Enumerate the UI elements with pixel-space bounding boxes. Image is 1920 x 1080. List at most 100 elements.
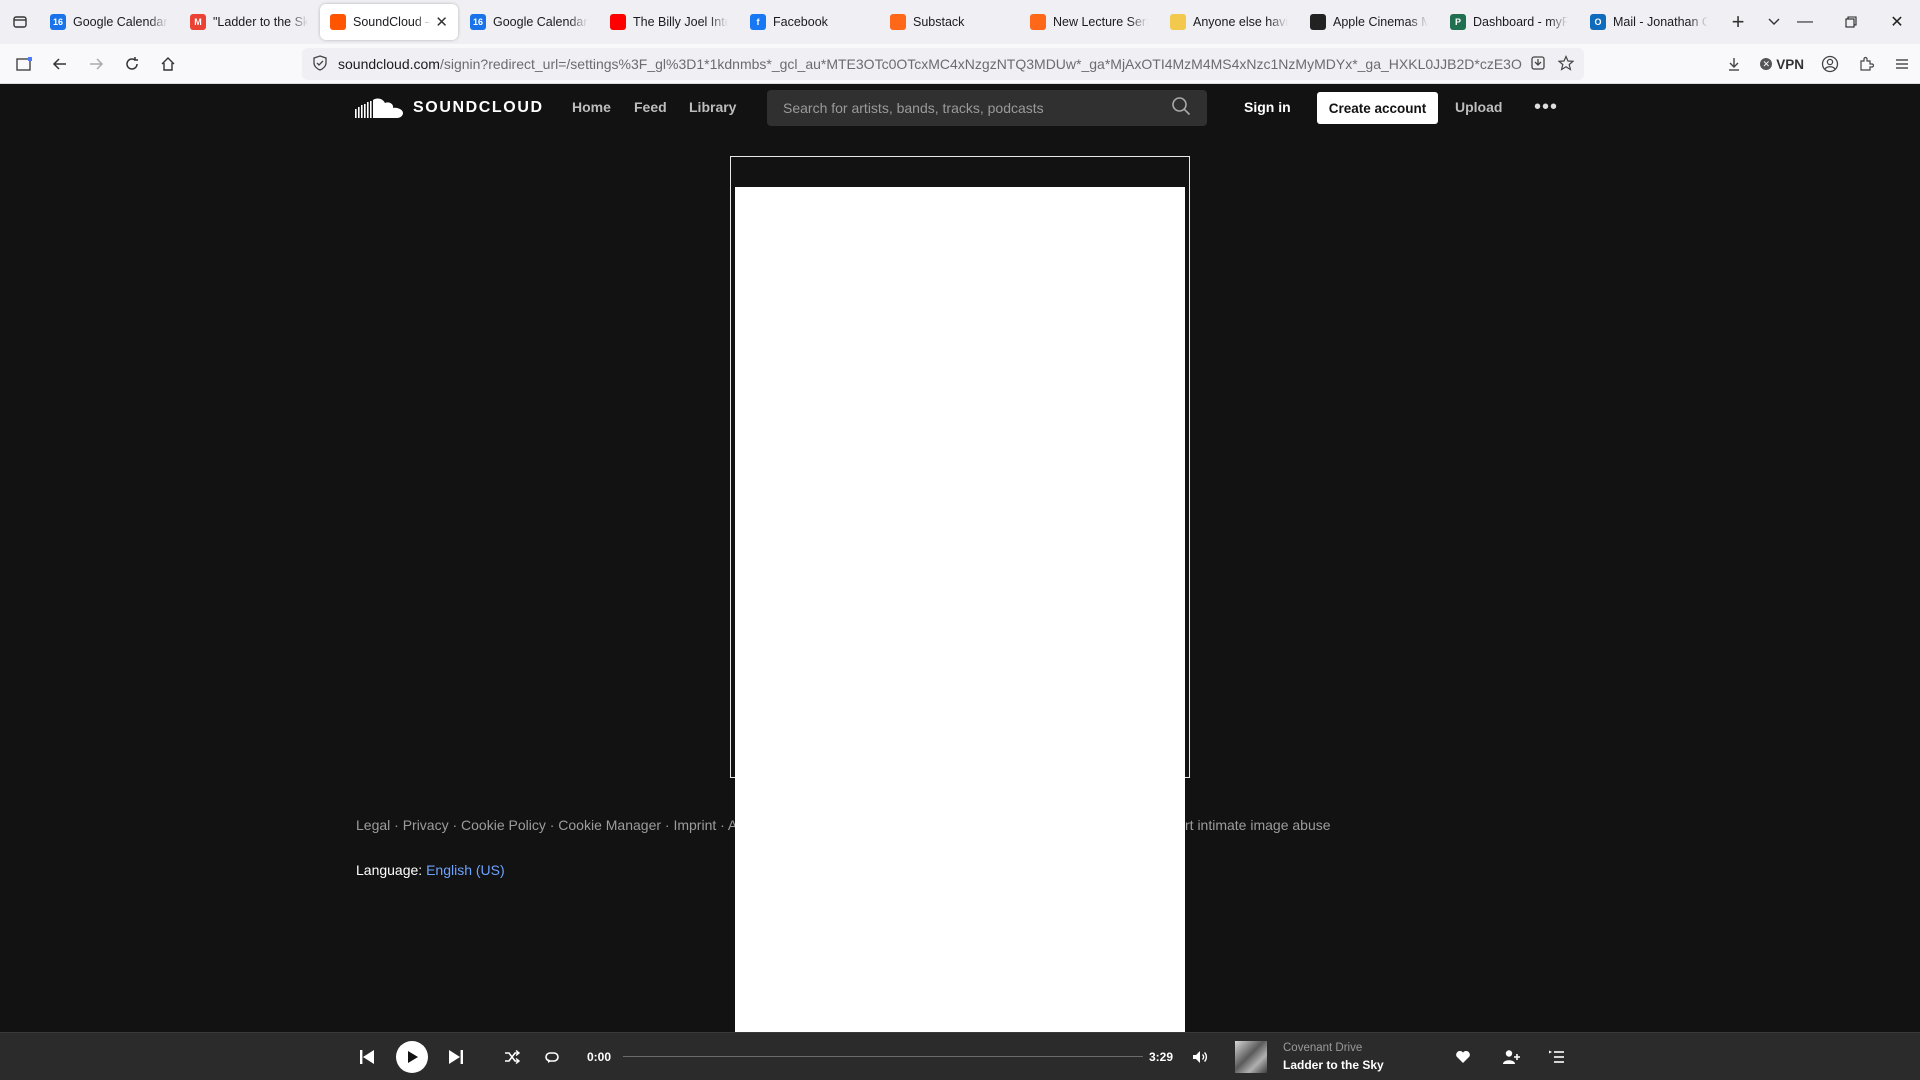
- browser-tab-title: Google Calendar: [73, 15, 168, 29]
- site-info-icon[interactable]: [312, 54, 328, 74]
- home-button[interactable]: [150, 48, 186, 80]
- language-value-link[interactable]: English (US): [426, 862, 505, 878]
- create-account-button[interactable]: Create account: [1317, 92, 1438, 124]
- soundcloud-icon: [330, 14, 346, 30]
- browser-nav-bar: soundcloud.com/signin?redirect_url=/sett…: [0, 44, 1920, 84]
- browser-tab[interactable]: Anyone else havi: [1160, 4, 1298, 40]
- outlook-icon: O: [1590, 14, 1606, 30]
- browser-tab[interactable]: P Dashboard - myP: [1440, 4, 1578, 40]
- browser-tab[interactable]: 16 Google Calendar: [460, 4, 598, 40]
- follow-user-icon[interactable]: [1501, 1033, 1521, 1080]
- browser-tab-bar: 16 Google Calendar M "Ladder to the Sky Soun…: [0, 0, 1920, 44]
- logo-wordmark: SOUNDCLOUD: [413, 99, 544, 116]
- browser-tab[interactable]: Substack: [880, 4, 1018, 40]
- upload-link[interactable]: Upload: [1455, 99, 1502, 115]
- browser-tab-title: Dashboard - myP: [1473, 15, 1568, 29]
- browser-tab-title: Apple Cinemas M: [1333, 15, 1428, 29]
- current-time: 0:00: [587, 1050, 612, 1064]
- close-tab-icon[interactable]: ✕: [435, 13, 448, 31]
- vpn-status-icon: ✕: [1760, 58, 1773, 70]
- browser-tab[interactable]: The Billy Joel Inte: [600, 4, 738, 40]
- sign-in-button[interactable]: Sign in: [1244, 99, 1291, 115]
- play-button[interactable]: [395, 1033, 429, 1080]
- browser-tab[interactable]: SoundCloud – ✕: [320, 4, 458, 40]
- substack-icon: [1030, 14, 1046, 30]
- duration: 3:29: [1149, 1050, 1174, 1064]
- address-bar[interactable]: soundcloud.com/signin?redirect_url=/sett…: [302, 48, 1584, 80]
- browser-tab[interactable]: Apple Cinemas M: [1300, 4, 1438, 40]
- search-input[interactable]: Search for artists, bands, tracks, podca…: [767, 90, 1207, 126]
- browser-tab-title: Facebook: [773, 15, 828, 29]
- browser-tab[interactable]: M "Ladder to the Sky: [180, 4, 318, 40]
- playback-bar: 0:00 3:29 Covenant Drive Ladder to the S…: [0, 1032, 1920, 1080]
- shuffle-icon[interactable]: [502, 1033, 522, 1080]
- browser-tab-title: New Lecture Seri: [1053, 15, 1148, 29]
- soundcloud-logo[interactable]: SOUNDCLOUD: [355, 96, 544, 120]
- vpn-button[interactable]: ✕ VPN: [1752, 57, 1812, 72]
- browser-tab-title: "Ladder to the Sky: [213, 15, 308, 29]
- browser-tab[interactable]: O Mail - Jonathan C: [1580, 4, 1718, 40]
- soundcloud-header: SOUNDCLOUD Home Feed Library Search for …: [0, 84, 1920, 132]
- nav-home[interactable]: Home: [572, 99, 611, 115]
- footer-links[interactable]: Legal · Privacy · Cookie Policy · Cookie…: [356, 817, 749, 833]
- browser-tab[interactable]: New Lecture Seri: [1020, 4, 1158, 40]
- browser-tab-title: Google Calendar: [493, 15, 588, 29]
- youtube-icon: [610, 14, 626, 30]
- footer-report-link[interactable]: rt intimate image abuse: [1185, 817, 1331, 833]
- volume-icon[interactable]: [1190, 1033, 1210, 1080]
- gmail-icon: M: [190, 14, 206, 30]
- repeat-icon[interactable]: [542, 1033, 562, 1080]
- browser-tab-title: Anyone else havi: [1193, 15, 1288, 29]
- language-label: Language:: [356, 862, 423, 878]
- previous-track-icon[interactable]: [356, 1033, 378, 1080]
- signin-iframe[interactable]: [735, 187, 1185, 1032]
- progress-bar[interactable]: [623, 1056, 1143, 1057]
- sidebar-toggle-icon[interactable]: [6, 48, 42, 80]
- window-controls: — ✕: [1782, 0, 1920, 44]
- close-window-button[interactable]: ✕: [1874, 0, 1920, 44]
- url-text[interactable]: soundcloud.com/signin?redirect_url=/sett…: [338, 56, 1522, 72]
- google-calendar-icon: 16: [50, 14, 66, 30]
- bookmark-star-icon[interactable]: [1557, 54, 1575, 74]
- extensions-icon[interactable]: [1848, 48, 1884, 80]
- next-track-icon[interactable]: [445, 1033, 467, 1080]
- substack-icon: [890, 14, 906, 30]
- search-icon[interactable]: [1171, 96, 1191, 121]
- forward-button[interactable]: [78, 48, 114, 80]
- next-up-queue-icon[interactable]: [1547, 1033, 1567, 1080]
- install-app-icon[interactable]: [1530, 55, 1546, 74]
- like-heart-icon[interactable]: [1453, 1033, 1473, 1080]
- reload-button[interactable]: [114, 48, 150, 80]
- account-icon[interactable]: [1812, 48, 1848, 80]
- back-button[interactable]: [42, 48, 78, 80]
- restore-button[interactable]: [1828, 0, 1874, 44]
- track-title[interactable]: Ladder to the Sky: [1283, 1058, 1384, 1072]
- nav-library[interactable]: Library: [689, 99, 736, 115]
- app-menu-icon[interactable]: [1884, 48, 1920, 80]
- browser-tab[interactable]: 16 Google Calendar: [40, 4, 178, 40]
- new-tab-button[interactable]: +: [1720, 9, 1756, 35]
- track-artist[interactable]: Covenant Drive: [1283, 1042, 1362, 1054]
- url-host: soundcloud.com: [338, 56, 440, 72]
- search-placeholder: Search for artists, bands, tracks, podca…: [783, 100, 1044, 116]
- nav-feed[interactable]: Feed: [634, 99, 667, 115]
- browser-tab[interactable]: f Facebook: [740, 4, 878, 40]
- facebook-icon: f: [750, 14, 766, 30]
- vpn-label: VPN: [1776, 56, 1804, 72]
- minimize-button[interactable]: —: [1782, 0, 1828, 44]
- google-calendar-icon: 16: [470, 14, 486, 30]
- tab-overview-icon[interactable]: [0, 0, 40, 44]
- tab-strip: 16 Google Calendar M "Ladder to the Sky Soun…: [40, 4, 1720, 40]
- browser-tab-title: Mail - Jonathan C: [1613, 15, 1708, 29]
- language-selector: Language: English (US): [356, 862, 505, 878]
- patreon-icon: P: [1450, 14, 1466, 30]
- url-path: /signin?redirect_url=/settings%3F_gl%3D1…: [439, 56, 1522, 72]
- downloads-icon[interactable]: [1716, 48, 1752, 80]
- music-note-icon: [1170, 14, 1186, 30]
- more-options-icon[interactable]: •••: [1534, 96, 1558, 119]
- browser-tab-title: Substack: [913, 15, 965, 29]
- browser-tab-title: The Billy Joel Inte: [633, 15, 728, 29]
- soundcloud-cloud-icon: [355, 98, 403, 118]
- toolbar-right: ✕ VPN: [1716, 44, 1920, 84]
- album-art[interactable]: [1235, 1041, 1267, 1073]
